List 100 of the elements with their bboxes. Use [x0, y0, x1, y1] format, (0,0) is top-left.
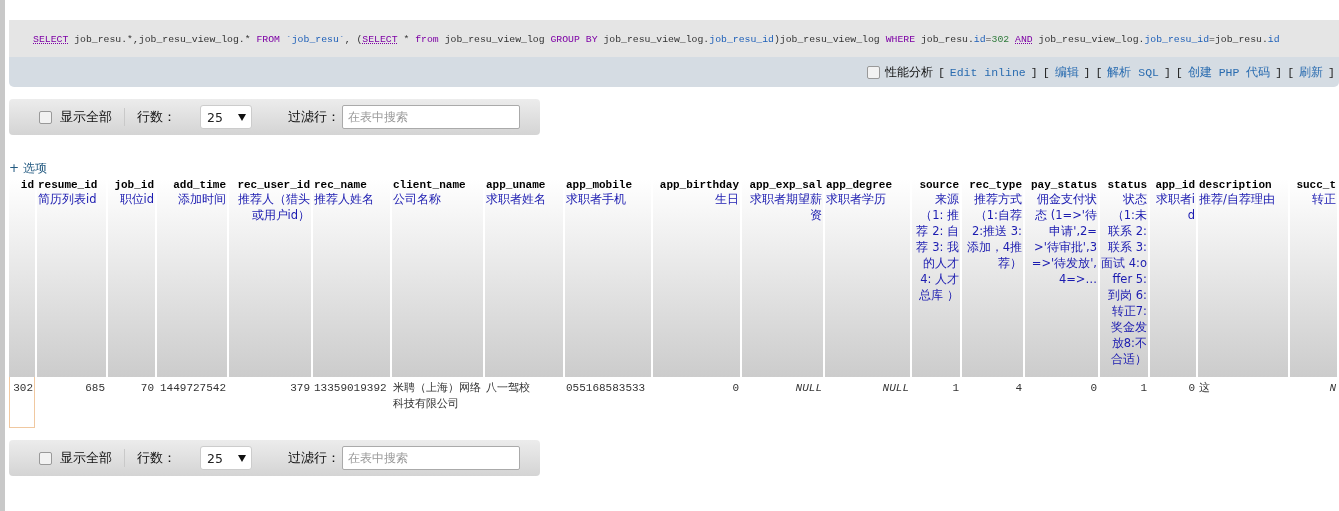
column-comment: 公司名称: [393, 191, 442, 207]
table-cell-text: N: [1328, 381, 1337, 396]
column-name: app_mobile: [566, 179, 633, 191]
table-cell-text: 1: [1139, 381, 1148, 396]
show-all-checkbox[interactable]: [39, 110, 52, 124]
column-comment: 职位id: [118, 191, 154, 207]
column-name: app_id: [1154, 179, 1195, 191]
profiling-checkbox[interactable]: [866, 65, 880, 79]
column-name: pay_status: [1030, 179, 1097, 191]
table-cell-text: 379: [289, 381, 311, 396]
column-name: client_name: [393, 179, 467, 191]
column-name: resume_id: [38, 179, 99, 191]
caret-icon: [238, 454, 246, 462]
column-comment: 推荐人姓名: [314, 191, 375, 207]
caret-icon: [238, 113, 246, 121]
column-name: rec_type: [968, 179, 1022, 191]
bracket-text: ]: [1083, 65, 1091, 79]
table-cell-text: 0: [1187, 381, 1196, 396]
rows-select[interactable]: 25: [200, 446, 252, 470]
toolbar-link[interactable]: 创建 PHP 代码: [1187, 64, 1271, 80]
column-comment: 求职者学历: [826, 191, 887, 207]
column-comment: 转正: [1311, 191, 1336, 207]
sql-query: SELECT job_resu.*,job_resu_view_log.* FROM `job_resu`, (SELECT * from job_resu_view_log GROUP BY job_resu_view_log.job_resu_id)job_resu_view_log WHERE job_resu.id=302 AND job_resu_view_log.job_resu_id=job_resu.id: [33, 33, 1280, 46]
table-cell-text: 这: [1198, 381, 1211, 396]
toolbar-link[interactable]: Edit inline: [949, 65, 1026, 79]
column-header[interactable]: job_id 职位id: [108, 179, 155, 377]
column-name: app_exp_sal: [748, 179, 822, 191]
column-name: description: [1199, 179, 1273, 191]
bracket-text: [: [1287, 65, 1295, 79]
bracket-text: [: [1175, 65, 1183, 79]
rows-label: 行数：: [137, 108, 176, 126]
column-name: succ_t: [1295, 179, 1336, 191]
table-cell-text: 685: [84, 381, 106, 396]
column-header[interactable]: app_degree 求职者学历: [825, 179, 910, 377]
column-header[interactable]: status 状态（1:未联系 2:联系 3:面试 4:offer 5: 到岗 6:转正7:奖金发放8:不合适）: [1100, 179, 1148, 377]
column-name: status: [1106, 179, 1147, 191]
bracket-text: ]: [1275, 65, 1283, 79]
column-header[interactable]: add_time 添加时间: [157, 179, 227, 377]
table-cell-text: 八一驾校: [485, 381, 531, 396]
column-name: job_id: [113, 179, 154, 191]
column-header[interactable]: app_exp_sal 求职者期望薪资: [742, 179, 823, 377]
column-header[interactable]: client_name 公司名称: [392, 179, 483, 377]
column-header[interactable]: app_id 求职者id: [1150, 179, 1196, 377]
show-all-label: 显示全部: [60, 449, 112, 467]
column-name: app_degree: [826, 179, 893, 191]
column-header[interactable]: app_birthday 生日: [653, 179, 740, 377]
column-header[interactable]: resume_id 简历列表id: [37, 179, 106, 377]
column-header[interactable]: id: [9, 179, 35, 377]
column-name: rec_user_id: [236, 179, 310, 191]
column-name: app_uname: [486, 179, 547, 191]
bracket-text: [: [1042, 65, 1050, 79]
table-cell-text: 米聘（上海）网络科技有限公司: [392, 381, 482, 412]
bracket-text: ]: [1030, 65, 1038, 79]
filter-field[interactable]: 在表中搜索: [342, 105, 520, 129]
rows-label: 行数：: [137, 449, 176, 467]
column-comment: 佣金支付状态 (1=>'待申请',2=>'待审批',3=>'待发放',4=>…: [1030, 191, 1097, 287]
column-comment: 生日: [714, 191, 739, 207]
table-cell-text: 1449727542: [159, 381, 227, 396]
filter-label: 过滤行：: [288, 108, 340, 126]
column-comment: 求职者手机: [566, 191, 627, 207]
bracket-text: ]: [1328, 65, 1335, 79]
bracket-text: [: [1095, 65, 1103, 79]
column-header[interactable]: rec_name 推荐人姓名: [313, 179, 390, 377]
column-comment: 来源（1: 推荐 2: 自荐 3: 我的人才 4: 人才总库 ）: [915, 191, 959, 303]
bracket-text: ]: [1163, 65, 1171, 79]
show-all-label: 显示全部: [60, 108, 112, 126]
column-name: add_time: [172, 179, 226, 191]
column-name: id: [19, 179, 34, 191]
table-cell: 302: [9, 377, 35, 428]
column-comment: 状态（1:未联系 2:联系 3:面试 4:offer 5: 到岗 6:转正7:奖金发放8:不合适）: [1101, 191, 1147, 367]
column-header[interactable]: rec_user_id 推荐人（猎头或用户id）: [229, 179, 311, 377]
profiling-label: 性能分析: [884, 63, 933, 81]
column-header[interactable]: app_mobile 求职者手机: [565, 179, 651, 377]
column-name: source: [918, 179, 959, 191]
toolbar-link[interactable]: 解析 SQL: [1107, 64, 1159, 80]
column-comment: 添加时间: [177, 191, 226, 207]
rows-select[interactable]: 25: [200, 105, 252, 129]
table-cell-text: 13359019392: [313, 381, 388, 396]
filter-field[interactable]: 在表中搜索: [342, 446, 520, 470]
table-cell-text: 0: [1089, 381, 1098, 396]
column-comment: 推荐人（猎头或用户id）: [237, 191, 310, 223]
column-name: rec_name: [314, 179, 368, 191]
table-cell-text: NULL: [794, 381, 823, 396]
show-all-checkbox[interactable]: [39, 451, 52, 465]
toolbar-link[interactable]: 刷新: [1299, 64, 1324, 80]
table-cell-text: 1: [951, 381, 960, 396]
column-header[interactable]: rec_type 推荐方式（1:自荐 2:推送 3:添加，4推荐）: [962, 179, 1023, 377]
column-header[interactable]: app_uname 求职者姓名: [485, 179, 563, 377]
table-cell-text: NULL: [881, 381, 910, 396]
column-header[interactable]: pay_status 佣金支付状态 (1=>'待申请',2=>'待审批',3=>'待发放',4=>…: [1025, 179, 1098, 377]
table-cell-text: 0: [731, 381, 740, 396]
toolbar-link[interactable]: 编辑: [1054, 64, 1079, 80]
column-comment: 推荐方式（1:自荐 2:推送 3:添加，4推荐）: [965, 191, 1022, 271]
column-comment: 推荐/自荐理由: [1199, 191, 1276, 207]
column-comment: 求职者期望薪资: [749, 191, 822, 223]
table-cell-text: 055168583533: [565, 381, 647, 396]
options-link[interactable]: + 选项: [9, 160, 47, 177]
column-header[interactable]: succ_t 转正: [1290, 179, 1337, 377]
column-comment: 求职者姓名: [486, 191, 547, 207]
column-header[interactable]: source 来源（1: 推荐 2: 自荐 3: 我的人才 4: 人才总库 ）: [912, 179, 960, 377]
